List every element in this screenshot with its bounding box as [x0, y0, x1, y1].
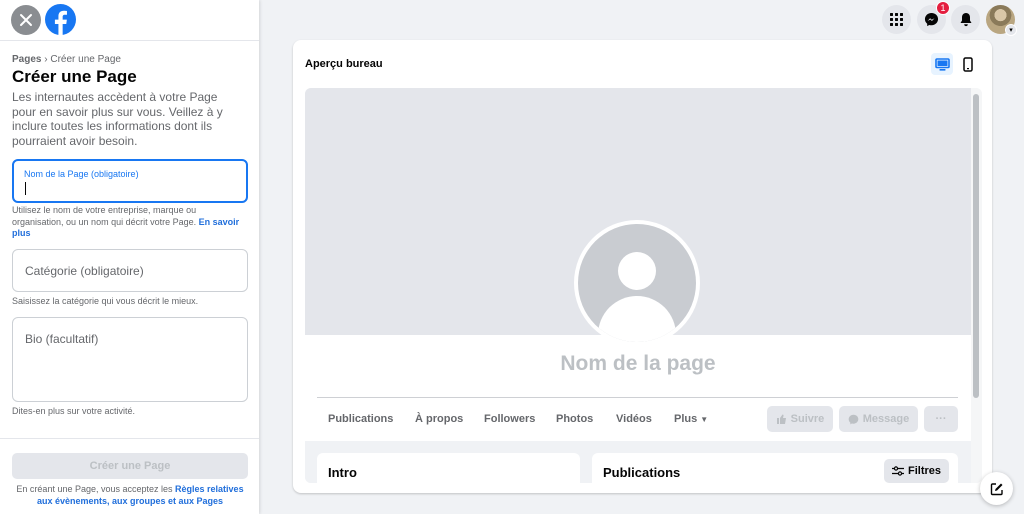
account-button[interactable]: ▾	[986, 5, 1017, 36]
terms-text: En créant une Page, vous acceptez les	[16, 484, 176, 494]
messenger-icon	[924, 12, 939, 27]
close-icon	[20, 14, 32, 26]
bio-hint: Dites-en plus sur votre activité.	[12, 406, 136, 416]
filters-button[interactable]: Filtres	[884, 459, 949, 483]
tab-more-label: Plus	[674, 413, 698, 425]
facebook-logo-icon[interactable]	[45, 4, 76, 35]
create-page-sidebar: Pages › Créer une Page Créer une Page Le…	[0, 0, 259, 514]
message-button[interactable]: Message	[839, 406, 918, 432]
close-button[interactable]	[11, 5, 41, 35]
tab-publications[interactable]: Publications	[328, 413, 393, 425]
menu-grid-icon	[890, 13, 903, 26]
bio-field[interactable]: Bio (facultatif)	[12, 317, 248, 402]
follow-icon	[776, 414, 786, 424]
desktop-preview-panel: Aperçu bureau Nom de la page Publication…	[293, 40, 992, 493]
page-tabs: Publications À propos Followers Photos V…	[305, 398, 971, 441]
filter-sliders-icon	[891, 466, 904, 476]
tab-videos[interactable]: Vidéos	[616, 413, 652, 425]
caret-down-icon: ▼	[700, 415, 709, 424]
chevron-down-icon: ▾	[1005, 24, 1017, 36]
page-name-field[interactable]: Nom de la Page (obligatoire)	[12, 159, 248, 203]
tab-about[interactable]: À propos	[415, 413, 463, 425]
divider	[0, 438, 259, 439]
intro-card: Intro	[317, 453, 580, 483]
avatar-body-shape	[598, 296, 676, 342]
divider	[0, 40, 259, 41]
breadcrumb-current: Créer une Page	[50, 54, 121, 65]
desktop-preview-button[interactable]	[931, 53, 953, 75]
tab-followers[interactable]: Followers	[484, 413, 535, 425]
preview-title: Aperçu bureau	[305, 58, 383, 70]
follow-label: Suivre	[790, 413, 825, 425]
default-avatar-icon	[578, 224, 696, 342]
create-page-button[interactable]: Créer une Page	[12, 453, 248, 479]
category-placeholder: Catégorie (obligatoire)	[25, 264, 144, 278]
preview-scrollbar[interactable]	[971, 88, 982, 483]
filters-label: Filtres	[907, 465, 941, 477]
scrollbar-thumb[interactable]	[973, 94, 979, 398]
tab-photos[interactable]: Photos	[556, 413, 593, 425]
terms-notice: En créant une Page, vous acceptez les Rè…	[12, 484, 248, 507]
page-name-hint: Utilisez le nom de votre entreprise, mar…	[12, 205, 248, 240]
page-description: Les internautes accèdent à votre Page po…	[12, 90, 223, 148]
sidebar-header	[0, 0, 259, 40]
page-content-area: Intro Publications Filtres	[305, 441, 971, 483]
messenger-icon	[848, 414, 859, 424]
profile-picture	[574, 220, 700, 346]
publications-card: Publications Filtres	[592, 453, 958, 483]
page-title: Créer une Page	[12, 67, 137, 86]
page-name-label: Nom de la Page (obligatoire)	[24, 169, 139, 179]
more-options-button[interactable]: ···	[924, 406, 958, 432]
compose-icon	[990, 482, 1003, 495]
tab-more[interactable]: Plus ▼	[674, 413, 708, 425]
page-preview-frame: Nom de la page Publications À propos Fol…	[305, 88, 982, 483]
desktop-icon	[934, 57, 950, 71]
text-caret	[25, 182, 26, 195]
notification-badge: 1	[936, 1, 950, 15]
message-label: Message	[862, 413, 910, 425]
bell-icon	[960, 13, 971, 27]
new-message-button[interactable]	[980, 472, 1013, 505]
breadcrumb: Pages › Créer une Page	[12, 54, 121, 65]
follow-button[interactable]: Suivre	[767, 406, 833, 432]
intro-title: Intro	[328, 465, 357, 480]
preview-page-name: Nom de la page	[560, 352, 716, 375]
bio-placeholder: Bio (facultatif)	[25, 332, 99, 346]
notifications-button[interactable]	[951, 5, 980, 34]
publications-title: Publications	[603, 465, 681, 480]
category-field[interactable]: Catégorie (obligatoire)	[12, 249, 248, 292]
page-name-hint-text: Utilisez le nom de votre entreprise, mar…	[12, 205, 199, 227]
avatar-head-shape	[618, 252, 656, 290]
breadcrumb-pages-link[interactable]: Pages	[12, 54, 41, 65]
category-hint: Saisissez la catégorie qui vous décrit l…	[12, 296, 199, 306]
menu-button[interactable]	[882, 5, 911, 34]
messenger-button[interactable]: 1	[917, 1, 950, 34]
mobile-preview-button[interactable]	[957, 53, 979, 75]
mobile-icon	[963, 56, 973, 72]
